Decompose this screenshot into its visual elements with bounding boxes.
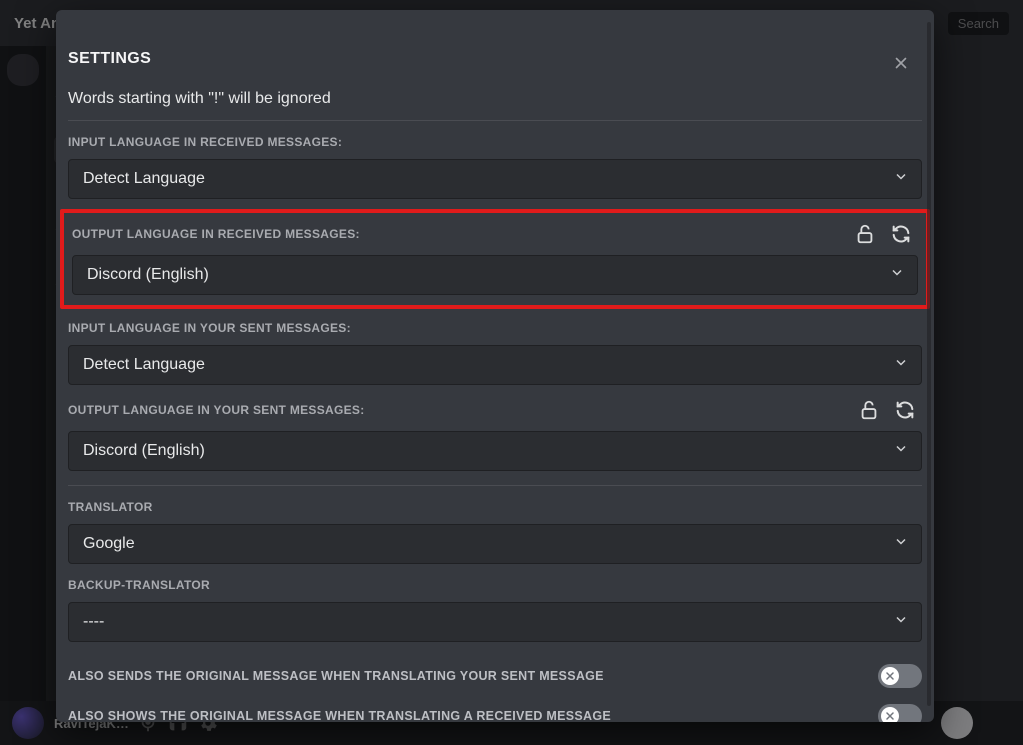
modal-content: Words starting with "!" will be ignored …	[56, 70, 934, 722]
field-backup-translator: BACKUP-TRANSLATOR ----	[68, 578, 922, 642]
chevron-down-icon	[893, 169, 909, 190]
guild-bar	[0, 46, 46, 701]
chevron-down-icon	[893, 441, 909, 462]
toggle-label: ALSO SHOWS THE ORIGINAL MESSAGE WHEN TRA…	[68, 709, 611, 722]
field-output-sent: OUTPUT LANGUAGE IN YOUR SENT MESSAGES: D…	[68, 399, 922, 471]
field-label: INPUT LANGUAGE IN YOUR SENT MESSAGES:	[68, 321, 351, 335]
field-input-received: INPUT LANGUAGE IN RECEIVED MESSAGES: Det…	[68, 135, 922, 199]
settings-note: Words starting with "!" will be ignored	[68, 90, 922, 121]
field-output-received: OUTPUT LANGUAGE IN RECEIVED MESSAGES: Di…	[72, 223, 918, 295]
select-output-received[interactable]: Discord (English)	[72, 255, 918, 295]
modal-title: SETTINGS	[68, 50, 910, 68]
select-value: Discord (English)	[87, 266, 209, 283]
toggle-send-original: ALSO SENDS THE ORIGINAL MESSAGE WHEN TRA…	[68, 656, 922, 696]
select-output-sent[interactable]: Discord (English)	[68, 431, 922, 471]
highlight-output-received: OUTPUT LANGUAGE IN RECEIVED MESSAGES: Di…	[60, 209, 930, 309]
avatar[interactable]	[12, 707, 44, 739]
select-value: Discord (English)	[83, 442, 205, 459]
chevron-down-icon	[893, 612, 909, 633]
chevron-down-icon	[893, 534, 909, 555]
refresh-icon[interactable]	[890, 223, 912, 245]
toggle-switch[interactable]	[878, 664, 922, 688]
field-label: TRANSLATOR	[68, 500, 153, 514]
settings-modal: SETTINGS Words starting with "!" will be…	[56, 10, 934, 722]
select-value: Google	[83, 535, 135, 552]
field-label: INPUT LANGUAGE IN RECEIVED MESSAGES:	[68, 135, 342, 149]
field-translator: TRANSLATOR Google	[68, 500, 922, 564]
select-translator[interactable]: Google	[68, 524, 922, 564]
x-icon	[884, 670, 896, 682]
toggle-label: ALSO SENDS THE ORIGINAL MESSAGE WHEN TRA…	[68, 669, 604, 683]
field-label: OUTPUT LANGUAGE IN YOUR SENT MESSAGES:	[68, 403, 365, 417]
select-value: ----	[83, 613, 104, 630]
emoji-button[interactable]	[941, 707, 973, 739]
chevron-down-icon	[893, 355, 909, 376]
field-label: BACKUP-TRANSLATOR	[68, 578, 210, 592]
select-value: Detect Language	[83, 170, 205, 187]
lock-open-icon[interactable]	[858, 399, 880, 421]
select-backup-translator[interactable]: ----	[68, 602, 922, 642]
field-input-sent: INPUT LANGUAGE IN YOUR SENT MESSAGES: De…	[68, 321, 922, 385]
chevron-down-icon	[889, 265, 905, 286]
close-icon	[892, 54, 910, 72]
divider	[68, 485, 922, 486]
select-input-received[interactable]: Detect Language	[68, 159, 922, 199]
select-value: Detect Language	[83, 356, 205, 373]
guild-icon[interactable]	[7, 54, 39, 86]
refresh-icon[interactable]	[894, 399, 916, 421]
field-label: OUTPUT LANGUAGE IN RECEIVED MESSAGES:	[72, 227, 360, 241]
lock-open-icon[interactable]	[854, 223, 876, 245]
toggle-show-original: ALSO SHOWS THE ORIGINAL MESSAGE WHEN TRA…	[68, 696, 922, 722]
search-box[interactable]: Search	[948, 12, 1009, 35]
toggle-switch[interactable]	[878, 704, 922, 722]
select-input-sent[interactable]: Detect Language	[68, 345, 922, 385]
close-button[interactable]	[888, 50, 914, 76]
x-icon	[884, 710, 896, 722]
